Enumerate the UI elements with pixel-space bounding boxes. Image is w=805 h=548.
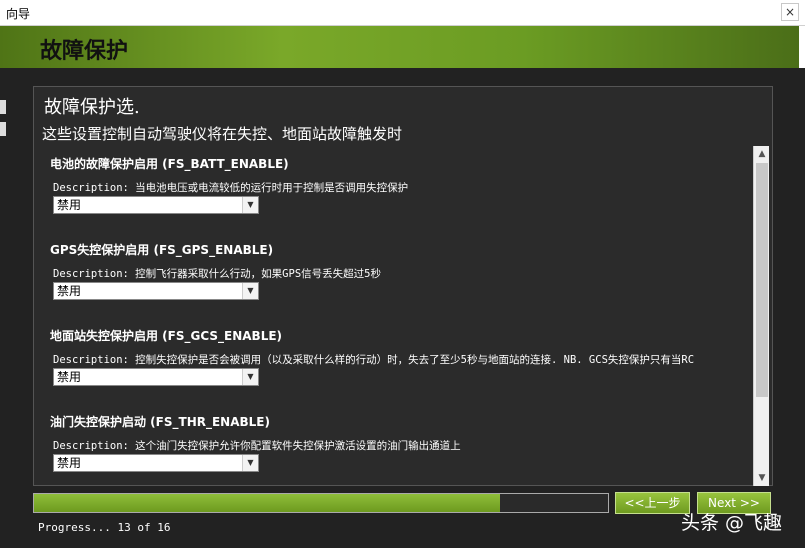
vertical-scrollbar[interactable]: ▲ ▼ (753, 146, 769, 486)
setting-select[interactable]: 禁用 ▼ (53, 454, 259, 472)
progress-fill (34, 494, 501, 512)
setting-description: Description: 当电池电压或电流较低的运行时用于控制是否调用失控保护 (53, 182, 409, 194)
setting-label: 油门失控保护启动 (FS_THR_ENABLE) (50, 415, 270, 429)
watermark: 头条 @飞趣 (681, 512, 783, 534)
setting-select[interactable]: 禁用 ▼ (53, 282, 259, 300)
setting-description: Description: 控制失控保护是否会被调用（以及采取什么样的行动）时，失… (53, 354, 695, 366)
setting-label: 电池的故障保护启用 (FS_BATT_ENABLE) (50, 157, 289, 171)
left-edge-marks (0, 100, 8, 160)
window-titlebar: 向导 × (0, 0, 805, 26)
setting-select[interactable]: 禁用 ▼ (53, 368, 259, 386)
settings-list: 电池的故障保护启用 (FS_BATT_ENABLE) Description: … (50, 151, 752, 485)
panel-description: 这些设置控制自动驾驶仪将在失控、地面站故障触发时 (42, 125, 403, 143)
setting-item: 油门失控保护启动 (FS_THR_ENABLE) Description: 这个… (50, 409, 752, 485)
wizard-header: 故障保护 (0, 26, 805, 68)
setting-item: 电池的故障保护启用 (FS_BATT_ENABLE) Description: … (50, 151, 752, 237)
setting-description: Description: 控制飞行器采取什么行动，如果GPS信号丢失超过5秒 (53, 268, 381, 280)
setting-select[interactable]: 禁用 ▼ (53, 196, 259, 214)
setting-label: GPS失控保护启用 (FS_GPS_ENABLE) (50, 243, 274, 257)
scroll-down-icon[interactable]: ▼ (754, 470, 770, 486)
setting-item: 地面站失控保护启用 (FS_GCS_ENABLE) Description: 控… (50, 323, 752, 409)
scroll-thumb[interactable] (756, 163, 768, 397)
back-button[interactable]: <<上一步 (615, 492, 690, 514)
settings-panel: 故障保护选. 这些设置控制自动驾驶仪将在失控、地面站故障触发时 电池的故障保护启… (33, 86, 773, 486)
chevron-down-icon[interactable]: ▼ (242, 283, 258, 299)
chevron-down-icon[interactable]: ▼ (242, 197, 258, 213)
close-icon[interactable]: × (781, 3, 799, 21)
chevron-down-icon[interactable]: ▼ (242, 369, 258, 385)
chevron-down-icon[interactable]: ▼ (242, 455, 258, 471)
progress-bar (33, 493, 609, 513)
setting-label: 地面站失控保护启用 (FS_GCS_ENABLE) (50, 329, 283, 343)
window-title: 向导 (6, 7, 31, 21)
page-title: 故障保护 (40, 38, 129, 64)
setting-description: Description: 这个油门失控保护允许你配置软件失控保护激活设置的油门输… (53, 440, 461, 452)
panel-title: 故障保护选. (44, 97, 140, 118)
setting-item: GPS失控保护启用 (FS_GPS_ENABLE) Description: 控… (50, 237, 752, 323)
scroll-up-icon[interactable]: ▲ (754, 146, 770, 162)
progress-text: Progress... 13 of 16 (38, 521, 171, 534)
